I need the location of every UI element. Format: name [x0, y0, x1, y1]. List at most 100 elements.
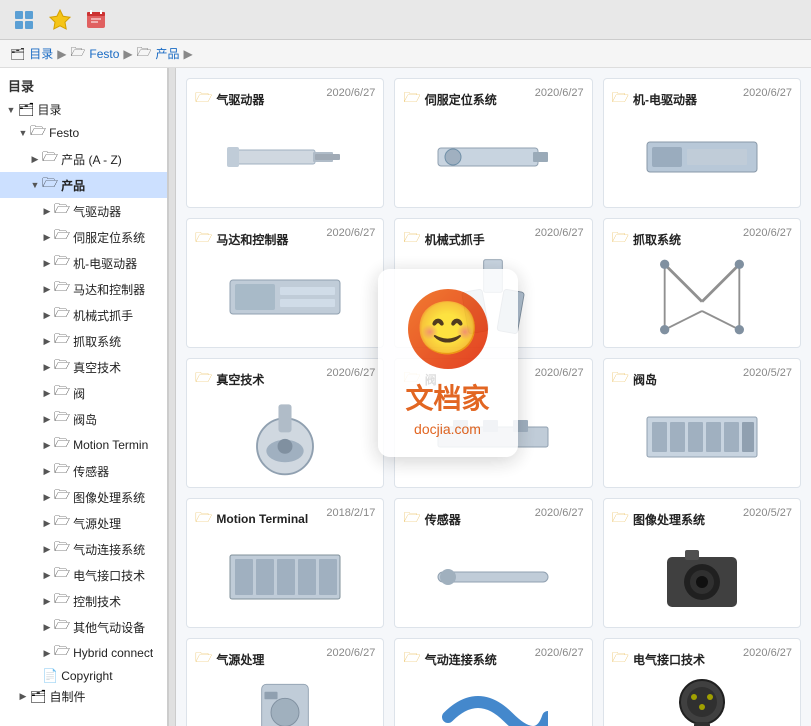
- card-title-air-supply: 气源处理: [216, 651, 264, 668]
- tree-icon-valve-island: 🗁: [54, 408, 70, 430]
- history-toolbar-btn[interactable]: [80, 4, 112, 36]
- sidebar-item-pneumatic-conn[interactable]: ▶🗁气动连接系统: [0, 536, 167, 562]
- sidebar-item-capture[interactable]: ▶🗁抓取系统: [0, 328, 167, 354]
- sidebar-item-motion-terminal[interactable]: ▶🗁Motion Termin: [0, 432, 167, 458]
- sidebar-item-air-supply[interactable]: ▶🗁气源处理: [0, 510, 167, 536]
- card-valve[interactable]: 🗁阀2020/6/27: [394, 358, 592, 488]
- breadcrumb-sep-1: ▶: [57, 47, 66, 61]
- breadcrumb-item-festo[interactable]: Festo: [89, 47, 119, 61]
- product-grid: 🗁气驱动器2020/6/27🗁伺服定位系统2020/6/27🗁机-电驱动器202…: [186, 78, 801, 726]
- card-image-electric-drives: [612, 115, 792, 199]
- tree-icon-pneumatic: 🗁: [54, 200, 70, 222]
- card-image-elec-interface: [612, 675, 792, 726]
- sidebar-item-custom[interactable]: ▶🗂自制件: [0, 686, 167, 707]
- sidebar-item-other-actuator[interactable]: ▶🗁其他气动设备: [0, 614, 167, 640]
- tree-arrow-valve: ▶: [40, 388, 54, 399]
- tree-icon-motor: 🗁: [54, 278, 70, 300]
- card-motion-terminal[interactable]: 🗁Motion Terminal2018/2/17: [186, 498, 384, 628]
- folder-icon-vacuum-tech: 🗁: [195, 367, 212, 391]
- sidebar-item-elec-interface[interactable]: ▶🗁电气接口技术: [0, 562, 167, 588]
- folder-icon-air-supply: 🗁: [195, 647, 212, 671]
- folder-icon-pneumatic-drives: 🗁: [195, 87, 212, 111]
- card-mechanical-gripper[interactable]: 🗁机械式抓手2020/6/27: [394, 218, 592, 348]
- card-pneumatic-conn[interactable]: 🗁气动连接系统2020/6/27: [394, 638, 592, 726]
- card-image-image-processing: [612, 535, 792, 619]
- card-electric-drives[interactable]: 🗁机-电驱动器2020/6/27: [603, 78, 801, 208]
- tree-icon-air-supply: 🗁: [54, 512, 70, 534]
- tree-arrow-hybrid: ▶: [40, 648, 54, 659]
- card-image-processing[interactable]: 🗁图像处理系统2020/5/27: [603, 498, 801, 628]
- tree-arrow-control-tech: ▶: [40, 596, 54, 607]
- sidebar-item-pneumatic[interactable]: ▶🗁气驱动器: [0, 198, 167, 224]
- sidebar-item-electric[interactable]: ▶🗁机-电驱动器: [0, 250, 167, 276]
- folder-icon-valve-island: 🗁: [612, 367, 629, 391]
- sidebar-item-products[interactable]: ▼🗁产品: [0, 172, 167, 198]
- card-image-motor-controller: [195, 255, 375, 339]
- card-capture-system[interactable]: 🗁抓取系统2020/6/27: [603, 218, 801, 348]
- sidebar-item-copyright[interactable]: 📄Copyright: [0, 666, 167, 686]
- breadcrumb-item-catalog[interactable]: 目录: [29, 45, 53, 62]
- catalog-toolbar-btn[interactable]: [8, 4, 40, 36]
- card-date-pneumatic-drives: 2020/6/27: [326, 87, 375, 99]
- breadcrumb-item-products[interactable]: 产品: [156, 45, 180, 62]
- card-date-vacuum-tech: 2020/6/27: [326, 367, 375, 379]
- sidebar-item-valve-island[interactable]: ▶🗁阀岛: [0, 406, 167, 432]
- tree-icon-copyright: 📄: [42, 668, 58, 684]
- card-title-pneumatic-conn: 气动连接系统: [425, 651, 497, 668]
- tree-arrow-products: ▼: [28, 180, 42, 190]
- resize-handle[interactable]: [168, 68, 176, 726]
- card-sensor[interactable]: 🗁传感器2020/6/27: [394, 498, 592, 628]
- sidebar-item-gripper[interactable]: ▶🗁机械式抓手: [0, 302, 167, 328]
- tree-label-electric: 机-电驱动器: [73, 255, 137, 272]
- breadcrumb: 🗂 目录 ▶ 🗁 Festo ▶ 🗁 产品 ▶: [0, 40, 811, 68]
- card-pneumatic-drives[interactable]: 🗁气驱动器2020/6/27: [186, 78, 384, 208]
- card-image-mechanical-gripper: [403, 255, 583, 339]
- sidebar-item-hybrid[interactable]: ▶🗁Hybrid connect: [0, 640, 167, 666]
- tree-arrow-capture: ▶: [40, 336, 54, 347]
- tree-arrow-pneumatic: ▶: [40, 206, 54, 217]
- sidebar-item-festo[interactable]: ▼🗁Festo: [0, 120, 167, 146]
- tree-icon-root: 🗂: [18, 102, 35, 118]
- sidebar-item-image[interactable]: ▶🗁图像处理系统: [0, 484, 167, 510]
- folder-icon-motor-controller: 🗁: [195, 227, 212, 251]
- card-image-pneumatic-conn: [403, 675, 583, 726]
- tree-arrow-image: ▶: [40, 492, 54, 503]
- card-title-valve: 阀: [425, 371, 437, 388]
- sidebar-item-valve[interactable]: ▶🗁阀: [0, 380, 167, 406]
- sidebar-item-vacuum[interactable]: ▶🗁真空技术: [0, 354, 167, 380]
- tree-label-other-actuator: 其他气动设备: [73, 619, 145, 636]
- tree-label-vacuum: 真空技术: [73, 359, 121, 376]
- card-date-image-processing: 2020/5/27: [743, 507, 792, 519]
- tree-icon-valve: 🗁: [54, 382, 70, 404]
- sidebar-item-root[interactable]: ▼🗂目录: [0, 99, 167, 120]
- sidebar-item-motor[interactable]: ▶🗁马达和控制器: [0, 276, 167, 302]
- card-vacuum-tech[interactable]: 🗁真空技术2020/6/27: [186, 358, 384, 488]
- sidebar-item-servo[interactable]: ▶🗁伺服定位系统: [0, 224, 167, 250]
- card-air-supply[interactable]: 🗁气源处理2020/6/27: [186, 638, 384, 726]
- card-date-valve-island: 2020/5/27: [743, 367, 792, 379]
- card-date-pneumatic-conn: 2020/6/27: [535, 647, 584, 659]
- tree-arrow-festo: ▼: [16, 128, 30, 138]
- sidebar-item-control-tech[interactable]: ▶🗁控制技术: [0, 588, 167, 614]
- card-image-motion-terminal: [195, 535, 375, 619]
- tree-label-copyright: Copyright: [61, 669, 112, 683]
- card-image-vacuum-tech: [195, 395, 375, 479]
- tree-label-festo: Festo: [49, 126, 79, 140]
- card-elec-interface[interactable]: 🗁电气接口技术2020/6/27: [603, 638, 801, 726]
- card-valve-island[interactable]: 🗁阀岛 2020/5/27: [603, 358, 801, 488]
- card-title-mechanical-gripper: 机械式抓手: [425, 231, 485, 248]
- folder-icon-valve: 🗁: [403, 367, 420, 391]
- card-motor-controller[interactable]: 🗁马达和控制器2020/6/27: [186, 218, 384, 348]
- tree-label-gripper: 机械式抓手: [73, 307, 133, 324]
- tree-label-motor: 马达和控制器: [73, 281, 145, 298]
- sidebar-item-products-az[interactable]: ▶🗁产品 (A - Z): [0, 146, 167, 172]
- breadcrumb-folder-icon: 🗂: [10, 47, 25, 61]
- card-image-air-supply: [195, 675, 375, 726]
- card-date-sensor: 2020/6/27: [535, 507, 584, 519]
- tree-icon-gripper: 🗁: [54, 304, 70, 326]
- tree-label-custom: 自制件: [50, 688, 86, 705]
- card-title-valve-island: 阀岛: [633, 371, 657, 388]
- sidebar-item-sensor[interactable]: ▶🗁传感器: [0, 458, 167, 484]
- favorites-toolbar-btn[interactable]: [44, 4, 76, 36]
- card-servo-positioning[interactable]: 🗁伺服定位系统2020/6/27: [394, 78, 592, 208]
